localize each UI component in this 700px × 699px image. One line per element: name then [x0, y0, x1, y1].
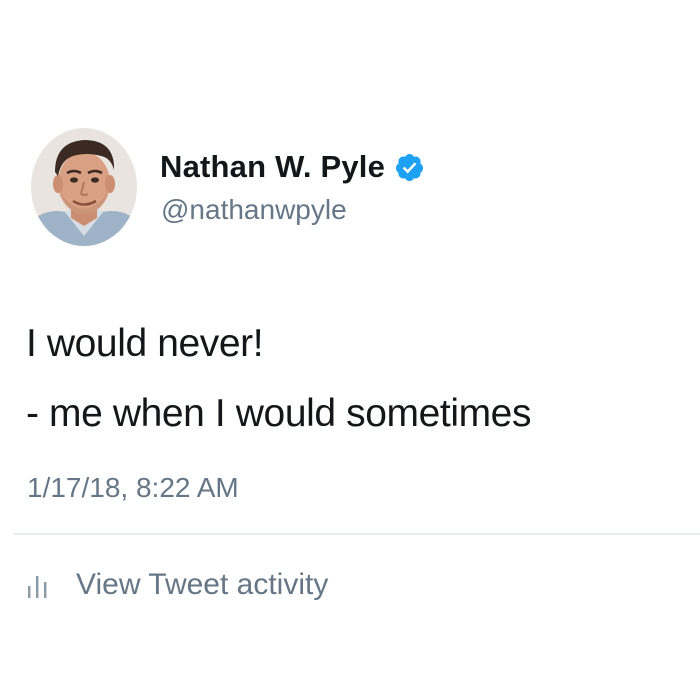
author-handle[interactable]: @nathanwpyle: [161, 194, 347, 226]
tweet-text-line: - me when I would sometimes: [26, 392, 532, 435]
divider: [14, 533, 700, 535]
view-tweet-activity-button[interactable]: View Tweet activity: [24, 564, 328, 606]
view-tweet-activity-label[interactable]: View Tweet activity: [76, 568, 328, 602]
bar-chart-icon: [24, 570, 54, 600]
tweet-timestamp[interactable]: 1/17/18, 8:22 AM: [27, 472, 239, 504]
author-name-row[interactable]: Nathan W. Pyle: [160, 145, 425, 189]
profile-photo-icon: [31, 128, 137, 246]
author-display-name[interactable]: Nathan W. Pyle: [160, 149, 385, 185]
avatar[interactable]: [31, 128, 137, 246]
verified-badge-icon: [394, 152, 425, 183]
tweet-text-line: I would never!: [26, 322, 264, 365]
